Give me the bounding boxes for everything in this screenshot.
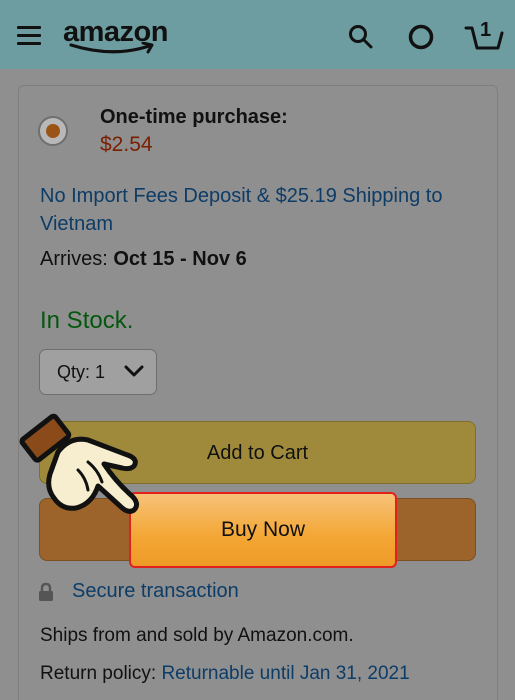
top-nav-bar: amazon 1 (0, 0, 515, 69)
shipping-link[interactable]: No Import Fees Deposit & $25.19 Shipping… (40, 182, 490, 238)
return-policy-link[interactable]: Returnable until Jan 31, 2021 (161, 663, 409, 684)
lock-icon (39, 582, 53, 601)
alexa-icon[interactable] (407, 23, 435, 51)
return-policy-label: Return policy: (40, 663, 162, 684)
stock-status: In Stock. (40, 307, 134, 334)
quantity-dropdown[interactable]: Qty: 1 (39, 349, 157, 395)
logo-smile-icon (69, 42, 154, 54)
return-policy: Return policy: Returnable until Jan 31, … (40, 663, 410, 685)
chevron-down-icon (124, 365, 144, 377)
search-icon[interactable] (348, 24, 374, 50)
quantity-label: Qty: 1 (57, 362, 106, 382)
secure-transaction-link[interactable]: Secure transaction (72, 580, 239, 603)
arrival-info: Arrives: Oct 15 - Nov 6 (40, 248, 247, 271)
one-time-purchase-radio[interactable] (38, 116, 68, 146)
pointing-hand-icon (19, 413, 140, 514)
cart-count: 1 (480, 19, 491, 41)
arrives-dates: Oct 15 - Nov 6 (113, 248, 247, 270)
purchase-option-title: One-time purchase: (100, 106, 288, 128)
amazon-logo[interactable]: amazon (63, 16, 168, 58)
menu-icon[interactable] (17, 26, 41, 45)
price: $2.54 (100, 133, 153, 156)
cart-icon[interactable]: 1 (464, 16, 504, 54)
ships-from-text: Ships from and sold by Amazon.com. (40, 625, 354, 646)
arrives-label: Arrives: (40, 248, 114, 270)
buy-now-button[interactable]: Buy Now (129, 492, 397, 568)
